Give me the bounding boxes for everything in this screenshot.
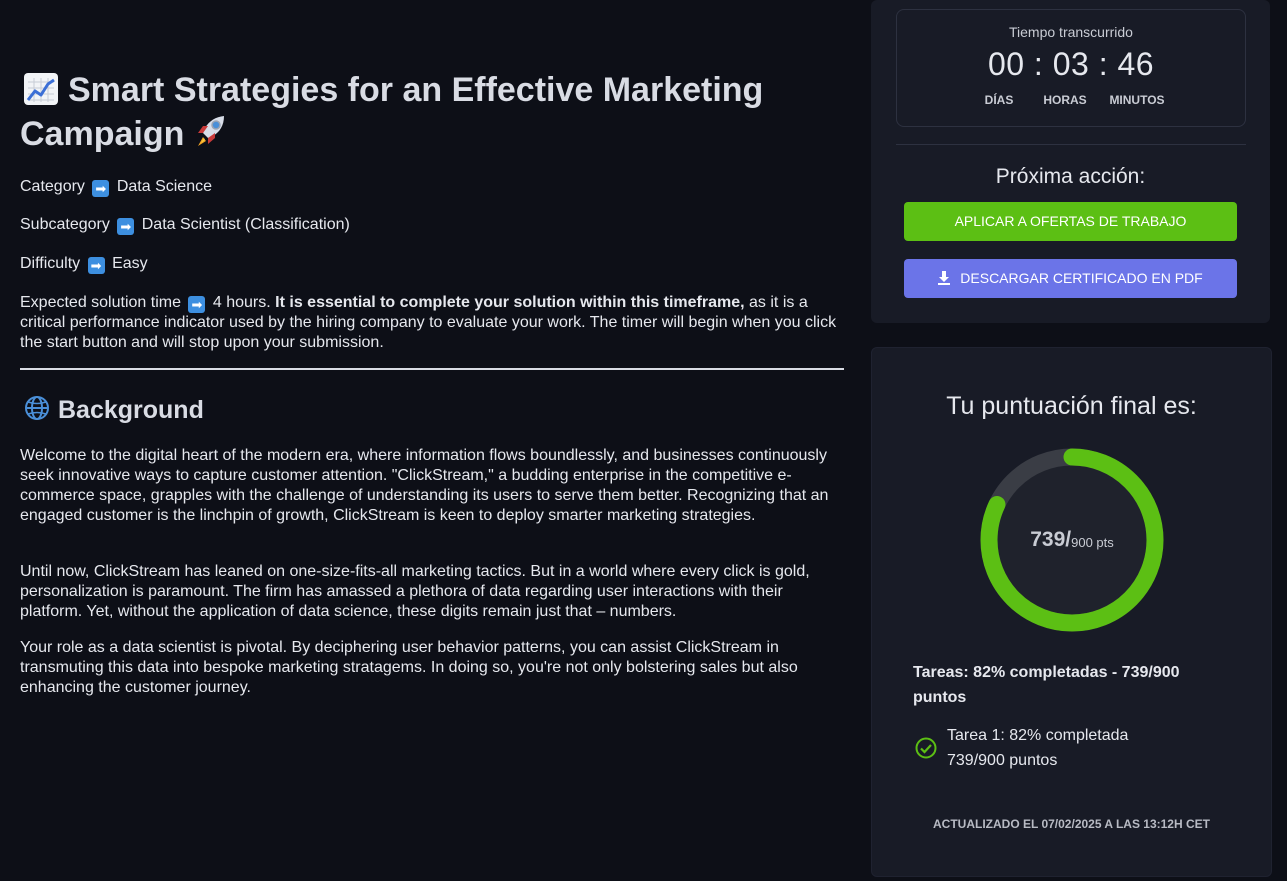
- next-action-heading: Próxima acción:: [995, 165, 1146, 188]
- page-title-text: Smart Strategies for an Effective Market…: [20, 71, 764, 153]
- check-circle-icon: [915, 737, 937, 764]
- rocket-icon: [194, 113, 228, 160]
- expected-time-text: Expected solution time ➡ 4 hours. It is …: [20, 294, 837, 351]
- task-1-line1: Tarea 1: 82% completada: [947, 727, 1129, 744]
- background-paragraph: Welcome to the digital heart of the mode…: [20, 447, 829, 524]
- timer-card: Tiempo transcurrido 00 : 03 : 46 DÍAS HO…: [871, 0, 1270, 323]
- right-arrow-icon: ➡: [87, 257, 105, 274]
- expected-time-emphasis: It is essential to complete your solutio…: [275, 294, 745, 311]
- difficulty-line: Difficulty ➡ Easy: [20, 255, 148, 274]
- background-paragraph: Your role as a data scientist is pivotal…: [20, 639, 798, 696]
- section-divider: [20, 368, 844, 370]
- timer-hours: 03: [1052, 46, 1090, 82]
- difficulty-value: Easy: [112, 255, 148, 272]
- timer-days: 00: [987, 46, 1025, 82]
- card-divider: [896, 144, 1246, 145]
- main-content: Smart Strategies for an Effective Market…: [20, 0, 846, 160]
- right-arrow-icon: ➡: [92, 180, 110, 197]
- task-1-line2: 739/900 puntos: [947, 752, 1058, 769]
- score-card: Tu puntuación final es: 739/900 pts Tare…: [871, 347, 1272, 877]
- elapsed-timer: Tiempo transcurrido 00 : 03 : 46 DÍAS HO…: [896, 9, 1246, 127]
- score-value: 739/900 pts: [1030, 528, 1114, 551]
- right-arrow-icon: ➡: [117, 218, 135, 235]
- background-paragraph: Until now, ClickStream has leaned on one…: [20, 563, 810, 620]
- background-heading: Background: [24, 395, 204, 428]
- timer-units: DÍAS HORAS MINUTOS: [984, 93, 1165, 107]
- subcategory-line: Subcategory ➡ Data Scientist (Classifica…: [20, 216, 350, 235]
- chart-increasing-icon: [24, 73, 58, 105]
- subcategory-value: Data Scientist (Classification): [141, 216, 350, 233]
- timer-minutes: 46: [1117, 46, 1155, 82]
- score-ring: 739/900 pts: [980, 448, 1164, 632]
- download-icon: [938, 261, 951, 300]
- category-line: Category ➡ Data Science: [20, 178, 212, 197]
- timer-label: Tiempo transcurrido: [1009, 24, 1133, 40]
- updated-timestamp: ACTUALIZADO EL 07/02/2025 A LAS 13:12H C…: [933, 817, 1210, 831]
- apply-jobs-button[interactable]: APLICAR A OFERTAS DE TRABAJO: [904, 202, 1237, 241]
- download-certificate-button[interactable]: DESCARGAR CERTIFICADO EN PDF: [904, 259, 1237, 298]
- score-heading: Tu puntuación final es:: [946, 392, 1197, 420]
- globe-icon: [24, 395, 50, 428]
- right-arrow-icon: ➡: [188, 296, 206, 313]
- tasks-summary: Tareas: 82% completadas - 739/900 puntos: [913, 664, 1180, 706]
- timer-digits: 00 : 03 : 46: [987, 46, 1155, 82]
- category-value: Data Science: [116, 178, 212, 195]
- page-title: Smart Strategies for an Effective Market…: [20, 68, 846, 160]
